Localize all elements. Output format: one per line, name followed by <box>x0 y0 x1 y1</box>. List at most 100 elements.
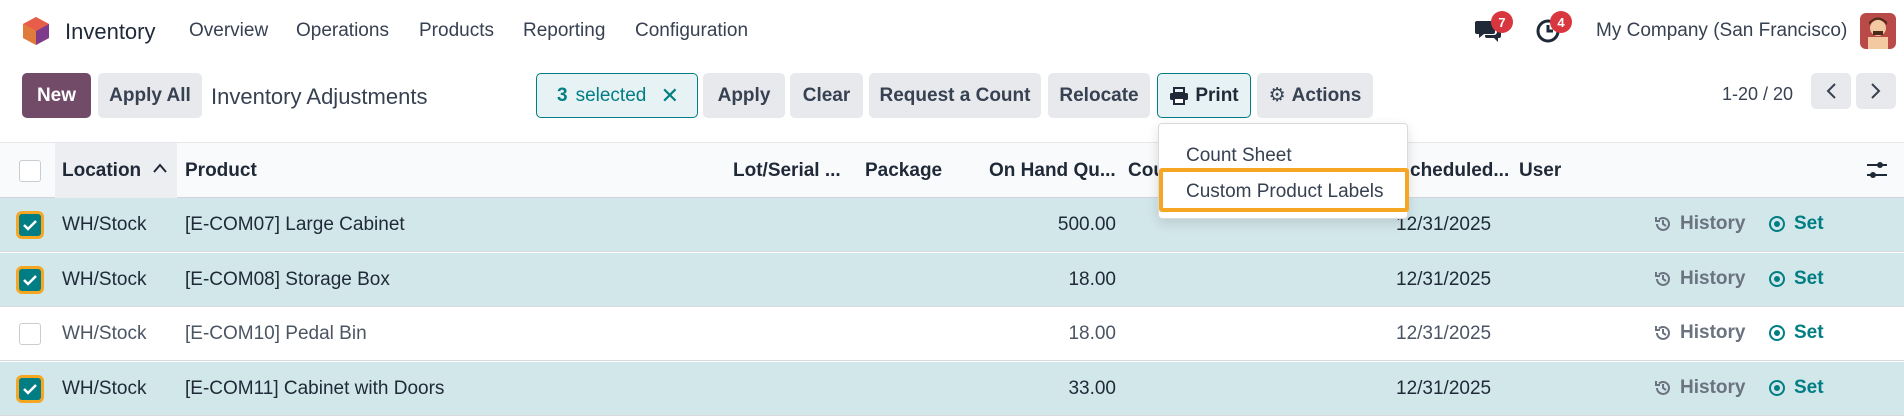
set-button[interactable]: Set <box>1768 213 1824 235</box>
header-location[interactable]: Location <box>62 160 141 182</box>
target-icon <box>1769 325 1785 341</box>
new-button[interactable]: New <box>22 73 91 118</box>
history-icon <box>1655 216 1670 231</box>
pager-value[interactable]: 1-20 / 20 <box>1722 84 1793 105</box>
pager-previous-button[interactable] <box>1811 73 1851 109</box>
activities-button[interactable]: 4 <box>1535 11 1572 50</box>
history-icon <box>1655 271 1670 286</box>
gear-icon: ⚙ <box>1268 85 1286 106</box>
cell-product: [E-COM08] Storage Box <box>185 268 390 290</box>
row-checkbox[interactable] <box>19 268 41 291</box>
history-icon <box>1655 325 1670 340</box>
header-product[interactable]: Product <box>185 160 257 182</box>
pager-next-button[interactable] <box>1856 73 1896 109</box>
target-icon <box>1769 379 1785 396</box>
target-icon <box>1769 216 1785 232</box>
set-label: Set <box>1794 213 1824 234</box>
apply-all-button[interactable]: Apply All <box>98 73 202 118</box>
chevron-right-icon <box>1871 83 1881 99</box>
clear-button[interactable]: Clear <box>790 73 863 118</box>
actions-label: Actions <box>1291 84 1362 106</box>
set-button[interactable]: Set <box>1768 268 1824 290</box>
set-button[interactable]: Set <box>1768 377 1824 399</box>
actions-button[interactable]: ⚙ Actions <box>1257 73 1373 118</box>
cell-location: WH/Stock <box>62 214 147 235</box>
optional-columns-sliders-icon[interactable] <box>1866 160 1888 180</box>
table-row[interactable]: WH/Stock [E-COM08] Storage Box 18.00 12/… <box>0 252 1904 307</box>
print-dropdown-menu: Count Sheet Custom Product Labels <box>1158 123 1409 219</box>
menu-configuration[interactable]: Configuration <box>635 20 748 42</box>
inventory-app-icon[interactable] <box>22 16 50 46</box>
header-user[interactable]: User <box>1519 160 1561 182</box>
menu-reporting[interactable]: Reporting <box>523 20 605 42</box>
checkmark-icon <box>23 274 37 286</box>
cell-product: [E-COM07] Large Cabinet <box>185 214 405 235</box>
user-avatar[interactable] <box>1860 13 1896 49</box>
selected-count: 3 <box>557 84 568 106</box>
cell-location: WH/Stock <box>62 268 147 290</box>
menu-products[interactable]: Products <box>419 20 494 42</box>
cell-scheduled-date: 12/31/2025 <box>1396 377 1492 399</box>
history-label: History <box>1680 267 1746 289</box>
row-checkbox[interactable] <box>19 377 41 400</box>
company-switcher[interactable]: My Company (San Francisco) <box>1596 20 1847 42</box>
history-button[interactable]: History <box>1654 213 1745 235</box>
menu-operations[interactable]: Operations <box>296 20 389 42</box>
cell-location: WH/Stock <box>62 377 147 399</box>
cell-on-hand-quantity: 500.00 <box>1057 214 1116 235</box>
set-label: Set <box>1794 376 1824 398</box>
selection-indicator: 3 selected ✕ <box>536 73 698 118</box>
row-checkbox[interactable] <box>19 323 41 345</box>
table-row[interactable]: WH/Stock [E-COM11] Cabinet with Doors 33… <box>0 361 1904 416</box>
history-button[interactable]: History <box>1654 377 1745 399</box>
history-button[interactable]: History <box>1654 322 1745 344</box>
printer-icon <box>1170 86 1189 105</box>
cell-product: [E-COM11] Cabinet with Doors <box>185 377 445 399</box>
activities-badge: 4 <box>1550 11 1572 33</box>
cell-scheduled-date: 12/31/2025 <box>1396 268 1492 290</box>
history-label: History <box>1680 213 1746 234</box>
menu-overview[interactable]: Overview <box>189 20 268 42</box>
app-name[interactable]: Inventory <box>65 19 156 45</box>
chevron-left-icon <box>1826 83 1836 99</box>
messages-badge: 7 <box>1491 11 1513 33</box>
menu-item-count-sheet[interactable]: Count Sheet <box>1186 145 1292 167</box>
history-label: History <box>1680 376 1746 398</box>
print-label: Print <box>1195 84 1239 106</box>
menu-item-custom-product-labels[interactable]: Custom Product Labels <box>1186 181 1384 203</box>
selected-label: selected <box>575 84 647 106</box>
row-checkbox[interactable] <box>19 214 41 236</box>
table-row[interactable]: WH/Stock [E-COM07] Large Cabinet 500.00 … <box>0 198 1904 252</box>
page-title: Inventory Adjustments <box>211 84 428 109</box>
cell-product: [E-COM10] Pedal Bin <box>185 323 367 344</box>
header-on-hand-quantity[interactable]: On Hand Qu... <box>989 160 1116 182</box>
history-button[interactable]: History <box>1654 268 1745 290</box>
header-scheduled-date[interactable]: cheduled... <box>1410 160 1509 182</box>
cell-scheduled-date: 12/31/2025 <box>1396 214 1492 235</box>
set-label: Set <box>1794 322 1824 343</box>
set-label: Set <box>1794 267 1824 289</box>
messages-button[interactable]: 7 <box>1474 11 1513 50</box>
header-lot-serial[interactable]: Lot/Serial ... <box>733 160 841 182</box>
print-button[interactable]: Print <box>1157 73 1251 118</box>
request-count-button[interactable]: Request a Count <box>869 73 1041 118</box>
history-icon <box>1655 380 1670 395</box>
apply-button[interactable]: Apply <box>703 73 785 118</box>
cell-on-hand-quantity: 18.00 <box>1068 268 1116 290</box>
checkmark-icon <box>23 383 37 395</box>
sort-ascending-icon <box>153 163 167 173</box>
cell-location: WH/Stock <box>62 323 147 344</box>
relocate-button[interactable]: Relocate <box>1048 73 1150 118</box>
cell-on-hand-quantity: 18.00 <box>1068 323 1116 344</box>
unselect-close-icon[interactable]: ✕ <box>661 83 679 109</box>
header-package[interactable]: Package <box>865 160 942 182</box>
target-icon <box>1769 270 1785 287</box>
select-all-checkbox[interactable] <box>19 160 41 182</box>
cell-scheduled-date: 12/31/2025 <box>1396 323 1492 344</box>
cell-on-hand-quantity: 33.00 <box>1068 377 1116 399</box>
table-row[interactable]: WH/Stock [E-COM10] Pedal Bin 18.00 12/31… <box>0 307 1904 361</box>
set-button[interactable]: Set <box>1768 322 1824 344</box>
table-header: Location Product Lot/Serial ... Package … <box>0 142 1904 199</box>
history-label: History <box>1680 322 1746 343</box>
checkmark-icon <box>23 220 37 231</box>
